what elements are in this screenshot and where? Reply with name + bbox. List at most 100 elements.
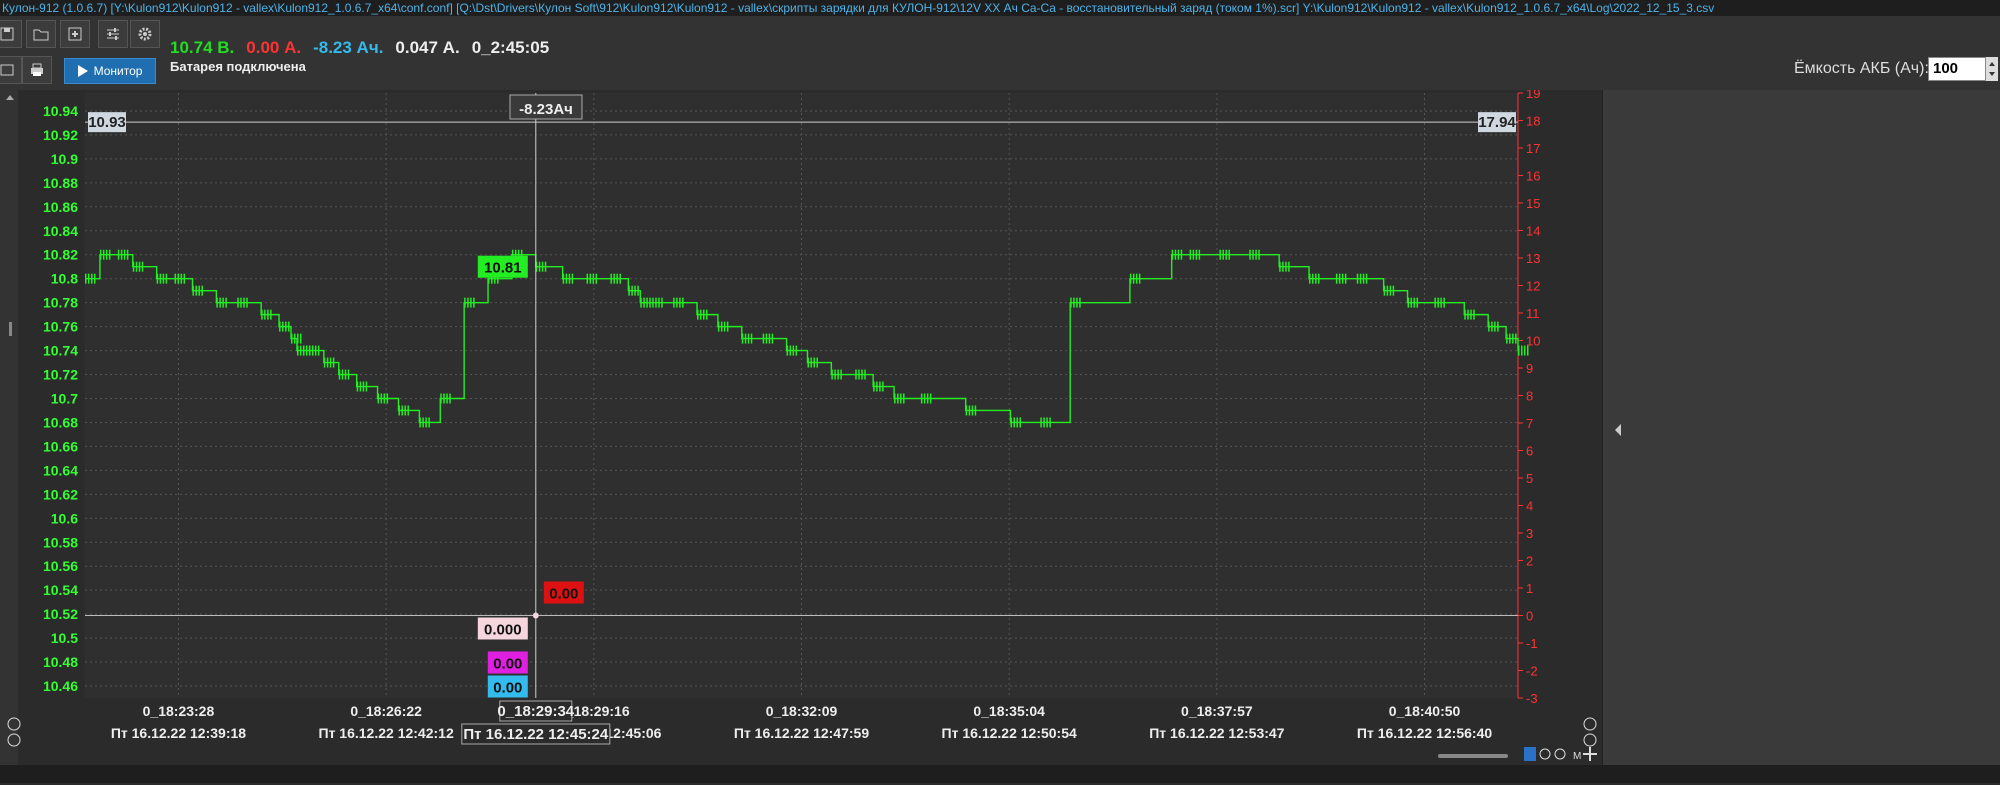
series-point — [840, 369, 842, 380]
print-button[interactable] — [22, 56, 52, 84]
left-axis: 10.94 10.92 10.9 10.88 10.86 10.84 10.82 10.8 10… — [43, 103, 78, 694]
settings-sliders-icon — [107, 28, 119, 40]
left-tick-label: 10.74 — [43, 343, 78, 359]
series-point — [1019, 417, 1021, 428]
zoom-x-in-icon[interactable] — [1539, 748, 1551, 760]
x-tick-label: 0_18:35:04 — [973, 703, 1045, 719]
series-point — [789, 345, 792, 356]
series-point — [637, 285, 639, 296]
series-point — [810, 357, 812, 368]
series-point — [359, 381, 362, 392]
zoom-x-out-icon[interactable] — [1554, 748, 1566, 760]
series-point — [314, 345, 317, 356]
series-point — [1437, 297, 1439, 308]
chart-area[interactable]: 10.9410.9210.910.8810.8610.8410.8210.810… — [0, 90, 1600, 765]
gear-button[interactable] — [130, 20, 160, 48]
export-icon — [0, 64, 14, 76]
series-point — [308, 345, 311, 356]
play-icon — [77, 65, 88, 77]
series-point — [682, 297, 684, 308]
series-point — [1344, 273, 1347, 284]
series-point — [174, 273, 177, 284]
left-tick-label: 10.46 — [43, 678, 78, 694]
capacity-input[interactable]: 100 — [1928, 57, 1986, 81]
series-point — [1171, 249, 1174, 260]
series-point — [270, 309, 272, 320]
pan-icon[interactable] — [1583, 747, 1597, 761]
zoom-in-icon[interactable] — [7, 717, 21, 731]
series-point — [1132, 273, 1135, 284]
series-point — [404, 405, 406, 416]
series-point — [765, 333, 768, 344]
left-tick-label: 10.56 — [43, 558, 78, 574]
series-point — [419, 417, 421, 428]
monitor-button[interactable]: Монитор — [64, 58, 156, 84]
series-point — [341, 369, 344, 380]
left-tick-label: 10.7 — [51, 390, 78, 406]
add-button[interactable] — [60, 20, 90, 48]
series-point — [903, 393, 905, 404]
series-point — [293, 333, 296, 344]
series-point — [120, 249, 123, 260]
capacity-spinner[interactable] — [1986, 57, 1998, 81]
series-point — [1473, 309, 1475, 320]
series-point — [1138, 273, 1141, 284]
series-point — [1506, 333, 1508, 344]
series-point — [1315, 273, 1317, 284]
series-point — [858, 369, 860, 380]
horizontal-scrollbar[interactable] — [1438, 754, 1508, 758]
right-tick-label: 19 — [1526, 90, 1540, 101]
series-point — [237, 297, 239, 308]
open-button[interactable] — [26, 20, 56, 48]
series-point — [1434, 297, 1436, 308]
series-point — [1512, 333, 1514, 344]
left-tick-label: 10.88 — [43, 175, 78, 191]
series-point — [571, 273, 574, 284]
power-value: 0.047 А. — [395, 38, 460, 57]
zoom-in-right-icon[interactable] — [1583, 717, 1597, 731]
left-tick-label: 10.78 — [43, 295, 78, 311]
series-point — [1010, 417, 1012, 428]
zoom-out-right-icon[interactable] — [1583, 733, 1597, 747]
left-tick-label: 10.5 — [51, 630, 78, 646]
cursor-voltage-label: 10.81 — [477, 255, 528, 278]
mode-m-icon[interactable]: M — [1573, 751, 1581, 762]
export-button[interactable] — [0, 56, 22, 84]
right-tick-label: 0 — [1526, 609, 1533, 624]
fit-icon[interactable] — [1524, 747, 1536, 761]
series-point — [831, 369, 833, 380]
series-point — [1177, 249, 1180, 260]
series-point — [628, 285, 630, 296]
right-tick-label: 6 — [1526, 444, 1533, 459]
series-point — [589, 273, 592, 284]
series-point — [1228, 249, 1230, 260]
x-tick-date-label: Пт 16.12.22 12:39:18 — [111, 725, 246, 741]
right-tick-label: 4 — [1526, 499, 1533, 514]
series-point — [138, 261, 141, 272]
series-point — [1470, 309, 1472, 320]
cursor-current-label: 0.00 — [543, 581, 584, 604]
series-point — [544, 261, 547, 272]
zoom-out-icon[interactable] — [7, 733, 21, 747]
right-tick-label: 17 — [1526, 141, 1540, 156]
series-point — [162, 273, 165, 284]
cursor-cyan-label-text: 0.00 — [493, 680, 522, 697]
series-point — [613, 273, 615, 284]
series-point — [279, 321, 281, 332]
series-point — [1497, 321, 1499, 332]
series-point — [446, 393, 448, 404]
series-point — [923, 393, 926, 404]
series-point — [631, 285, 633, 296]
series-point — [1258, 249, 1260, 260]
left-tick-label: 10.86 — [43, 199, 78, 215]
series-point — [296, 345, 299, 356]
panel-toggle-icon[interactable] — [1609, 420, 1629, 440]
save-button[interactable] — [0, 20, 22, 48]
left-tick-label: 10.72 — [43, 367, 78, 383]
side-panel — [1602, 90, 2000, 780]
series-point — [362, 381, 365, 392]
settings-sliders-button[interactable] — [98, 20, 128, 48]
open-icon — [33, 29, 49, 41]
series-point — [1180, 249, 1183, 260]
series-point — [407, 405, 409, 416]
